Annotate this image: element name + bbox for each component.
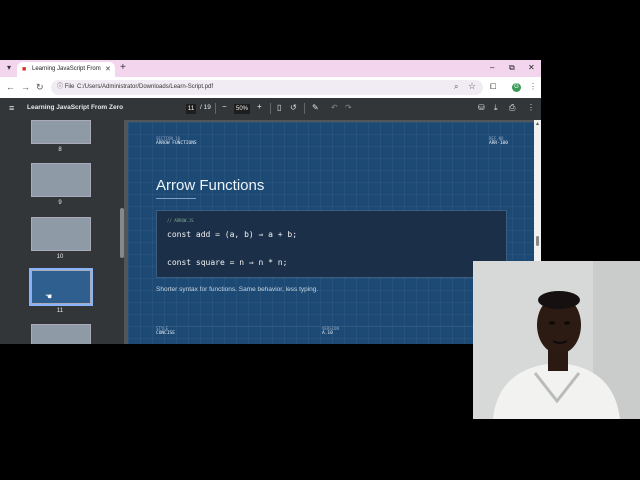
zoom-input[interactable]: 50% <box>234 104 250 114</box>
bookmark-star-icon[interactable]: ☆ <box>468 81 476 92</box>
page-thumbnail[interactable] <box>31 120 91 144</box>
more-options-icon[interactable]: ⋮ <box>527 103 535 112</box>
zoom-in-button[interactable]: + <box>257 102 262 111</box>
forward-arrow-icon[interactable]: → <box>21 82 30 93</box>
more-menu-icon[interactable]: ⋮ <box>529 81 537 93</box>
ref-value: ARR-100 <box>489 141 508 146</box>
maximize-button[interactable]: ⧉ <box>509 62 515 74</box>
rotate-icon[interactable]: ↺ <box>290 103 297 112</box>
file-chip-label: File <box>64 84 75 90</box>
scroll-up-arrow-icon[interactable]: ▲ <box>535 121 540 127</box>
thumbnail-sidebar: 8 9 10 11 <box>0 120 124 344</box>
page-thumbnail[interactable] <box>31 163 91 197</box>
document-title: Learning JavaScript From Zero <box>27 104 124 111</box>
address-bar[interactable]: ⓘ File C:/Users/Administrator/Downloads/… <box>51 80 483 95</box>
save-to-drive-icon[interactable]: ⛁ <box>478 103 485 112</box>
fit-page-icon[interactable]: ▯ <box>277 103 281 112</box>
tab-search-button[interactable]: ▾ <box>4 63 14 73</box>
style-value: CONCISE <box>156 331 175 336</box>
thumbnail-label: 11 <box>56 308 64 314</box>
undo-icon[interactable]: ↶ <box>331 103 338 112</box>
webcam-person-image <box>473 261 640 419</box>
total-pages: / 19 <box>200 104 211 111</box>
page-thumbnail[interactable] <box>31 324 91 344</box>
version-value: A.10 <box>322 331 333 336</box>
url-text: C:/Users/Administrator/Downloads/Learn-S… <box>77 84 214 90</box>
code-block: // ARROW.JS const add = (a, b) ⇒ a + b; … <box>156 210 507 278</box>
zoom-search-icon[interactable]: ⌕ <box>454 82 458 92</box>
reload-icon[interactable]: ↻ <box>36 82 44 93</box>
code-line: const square = n ⇒ n * n; <box>167 258 288 267</box>
webcam-overlay <box>473 261 640 419</box>
tab-title: Learning JavaScript From Zero <box>32 66 102 72</box>
code-line: const add = (a, b) ⇒ a + b; <box>167 230 298 239</box>
browser-toolbar: ← → ↻ ⓘ File C:/Users/Administrator/Down… <box>0 77 541 98</box>
pdf-toolbar: ≡ Learning JavaScript From Zero 11 / 19 … <box>0 98 541 120</box>
new-tab-button[interactable]: + <box>120 62 126 74</box>
extensions-icon[interactable]: ⧠ <box>490 81 496 93</box>
back-arrow-icon[interactable]: ← <box>6 82 15 93</box>
divider <box>215 103 216 114</box>
scrollbar-thumb[interactable] <box>536 236 539 246</box>
redo-icon[interactable]: ↷ <box>345 103 352 112</box>
print-icon[interactable]: ⎙ <box>509 103 515 113</box>
profile-avatar[interactable]: G <box>512 83 521 92</box>
thumbnail-label: 9 <box>58 200 62 206</box>
description-text: Shorter syntax for functions. Same behav… <box>156 286 319 293</box>
browser-window: ▾ ■ Learning JavaScript From Zero ✕ + – … <box>0 60 541 344</box>
browser-tab[interactable]: ■ Learning JavaScript From Zero ✕ <box>17 62 115 77</box>
info-icon: ⓘ <box>57 84 64 90</box>
pdf-file-icon: ■ <box>22 66 27 73</box>
tab-bar: ▾ ■ Learning JavaScript From Zero ✕ + – … <box>0 60 541 77</box>
minimize-button[interactable]: – <box>490 62 494 74</box>
section-value: ARROW FUNCTIONS <box>156 141 197 146</box>
hand-cursor-icon: ☚ <box>45 292 53 301</box>
page-thumbnail[interactable] <box>31 217 91 251</box>
page-thumbnail-selected[interactable] <box>29 268 93 306</box>
sidebar-menu-icon[interactable]: ≡ <box>9 103 14 113</box>
zoom-out-button[interactable]: − <box>222 102 227 111</box>
thumbnail-label: 10 <box>56 254 64 260</box>
close-window-button[interactable]: ✕ <box>528 62 535 74</box>
file-info-chip[interactable]: ⓘ File <box>57 83 74 92</box>
code-filename: // ARROW.JS <box>167 218 194 223</box>
annotate-pen-icon[interactable]: ✎ <box>312 103 319 112</box>
page-number-input[interactable]: 11 <box>186 104 196 114</box>
thumbnail-label: 8 <box>58 147 62 153</box>
tab-close-icon[interactable]: ✕ <box>105 65 111 74</box>
page-heading: Arrow Functions <box>156 177 265 194</box>
divider <box>270 103 271 114</box>
heading-underline <box>156 198 196 199</box>
divider <box>304 103 305 114</box>
download-icon[interactable]: ⤓ <box>494 103 498 113</box>
